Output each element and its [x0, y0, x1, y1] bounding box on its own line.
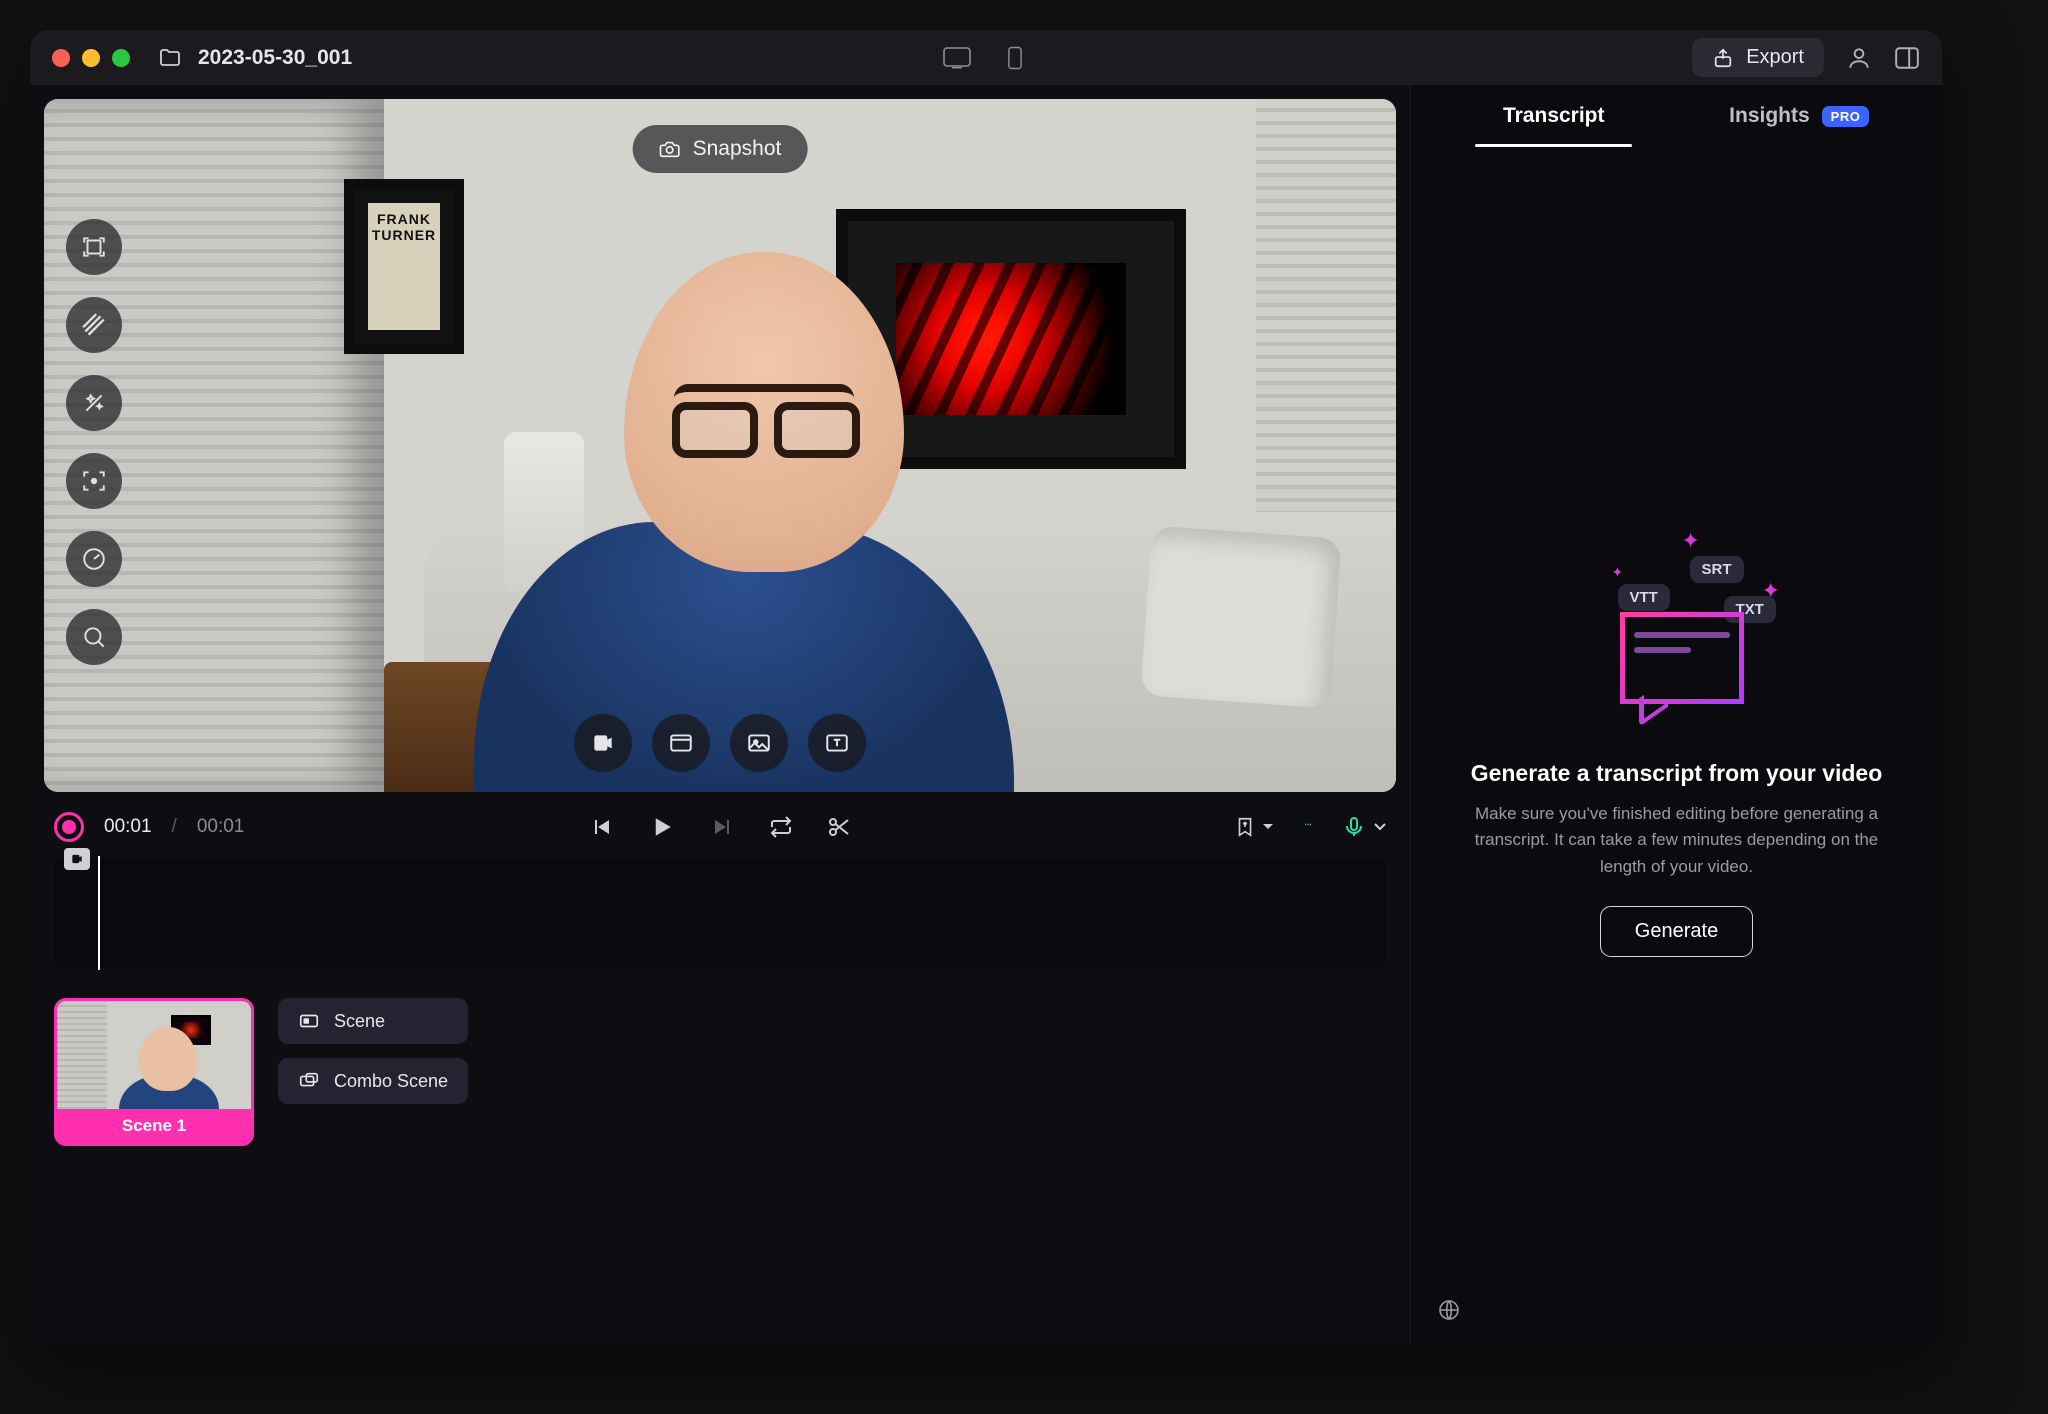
- snapshot-label: Snapshot: [693, 137, 782, 161]
- scenes-row: Scene 1 Scene Combo Scene: [30, 986, 1410, 1172]
- chevron-down-icon: [1374, 823, 1386, 831]
- format-chip-vtt: VTT: [1618, 584, 1670, 611]
- speed-tool-icon[interactable]: [66, 531, 122, 587]
- add-combo-scene-button[interactable]: Combo Scene: [278, 1058, 468, 1104]
- playbar: 00:01 / 00:01: [30, 792, 1410, 858]
- filters-tool-icon[interactable]: [66, 297, 122, 353]
- generate-button-label: Generate: [1635, 920, 1718, 942]
- camera-overlay-icon[interactable]: [574, 714, 632, 772]
- tab-transcript[interactable]: Transcript: [1431, 85, 1677, 147]
- window-overlay-icon[interactable]: [652, 714, 710, 772]
- scene-thumbnail: [57, 1001, 251, 1109]
- play-button[interactable]: [647, 812, 677, 842]
- mobile-preview-icon[interactable]: [1001, 47, 1029, 69]
- image-overlay-icon[interactable]: [730, 714, 788, 772]
- camera-icon: [659, 138, 681, 160]
- scene-icon: [298, 1010, 320, 1032]
- chevron-down-icon: [1262, 823, 1274, 831]
- video-preview[interactable]: FRANK TURNER Snapshot: [44, 99, 1396, 792]
- window-controls: [52, 49, 130, 67]
- sparkle-icon: ✦: [1682, 528, 1700, 554]
- generate-button[interactable]: Generate: [1600, 906, 1753, 957]
- scene-card[interactable]: Scene 1: [54, 998, 254, 1146]
- text-overlay-icon[interactable]: [808, 714, 866, 772]
- desktop-preview-icon[interactable]: [943, 47, 971, 69]
- format-chip-srt: SRT: [1690, 556, 1744, 583]
- loop-button[interactable]: [769, 815, 793, 839]
- project-folder-icon[interactable]: [158, 46, 182, 70]
- magic-tool-icon[interactable]: [66, 375, 122, 431]
- app-window: 2023-05-30_001 Export: [30, 30, 1942, 1344]
- panel-title: Generate a transcript from your video: [1471, 760, 1883, 787]
- total-time: 00:01: [197, 816, 245, 838]
- account-icon[interactable]: [1846, 45, 1872, 71]
- timeline-camera-icon: [64, 848, 90, 870]
- record-button[interactable]: [54, 812, 84, 842]
- add-combo-scene-label: Combo Scene: [334, 1071, 448, 1092]
- editor-pane: FRANK TURNER Snapshot: [30, 85, 1410, 1344]
- add-scene-button[interactable]: Scene: [278, 998, 468, 1044]
- microphone-button[interactable]: [1342, 815, 1386, 839]
- time-separator: /: [172, 816, 177, 838]
- close-window-button[interactable]: [52, 49, 70, 67]
- titlebar: 2023-05-30_001 Export: [30, 30, 1942, 85]
- more-button[interactable]: [1296, 823, 1320, 831]
- zoom-tool-icon[interactable]: [66, 609, 122, 665]
- transcript-panel: ✦ ✦ ✦ VTT SRT TXT Generate a transcript …: [1411, 147, 1942, 1344]
- chat-lines: [1634, 632, 1730, 662]
- sparkle-icon: ✦: [1612, 564, 1624, 581]
- export-button-label: Export: [1746, 46, 1804, 69]
- video-frame: FRANK TURNER: [44, 99, 1396, 792]
- center-tool-icon[interactable]: [66, 453, 122, 509]
- current-time: 00:01: [104, 816, 152, 838]
- tab-transcript-label: Transcript: [1503, 104, 1605, 128]
- prev-button[interactable]: [589, 815, 613, 839]
- tab-insights[interactable]: Insights PRO: [1677, 85, 1923, 147]
- playhead[interactable]: [98, 856, 100, 970]
- snapshot-button[interactable]: Snapshot: [633, 125, 808, 173]
- tab-insights-label: Insights: [1729, 104, 1810, 128]
- scene-label: Scene 1: [57, 1109, 251, 1143]
- frame-tool-icon[interactable]: [66, 219, 122, 275]
- project-title: 2023-05-30_001: [198, 46, 352, 70]
- combo-scene-icon: [298, 1070, 320, 1092]
- transcript-illustration: ✦ ✦ ✦ VTT SRT TXT: [1562, 534, 1792, 734]
- sidebar-toggle-icon[interactable]: [1894, 45, 1920, 71]
- pro-badge: PRO: [1822, 106, 1870, 127]
- cut-button[interactable]: [827, 815, 851, 839]
- minimize-window-button[interactable]: [82, 49, 100, 67]
- add-scene-label: Scene: [334, 1011, 385, 1032]
- timeline[interactable]: [54, 858, 1386, 968]
- sidebar-tabs: Transcript Insights PRO: [1411, 85, 1942, 147]
- left-tool-rail: [66, 219, 122, 665]
- share-icon: [1712, 47, 1734, 69]
- fullscreen-window-button[interactable]: [112, 49, 130, 67]
- language-icon[interactable]: [1437, 1298, 1461, 1322]
- export-button[interactable]: Export: [1692, 38, 1824, 77]
- bookmark-button[interactable]: [1234, 816, 1274, 838]
- overlay-toolbar: [574, 714, 866, 772]
- right-sidebar: Transcript Insights PRO ✦ ✦ ✦ VTT SRT TX…: [1410, 85, 1942, 1344]
- titlebar-device-icons: [943, 47, 1029, 69]
- next-button[interactable]: [711, 815, 735, 839]
- panel-description: Make sure you've finished editing before…: [1462, 801, 1892, 880]
